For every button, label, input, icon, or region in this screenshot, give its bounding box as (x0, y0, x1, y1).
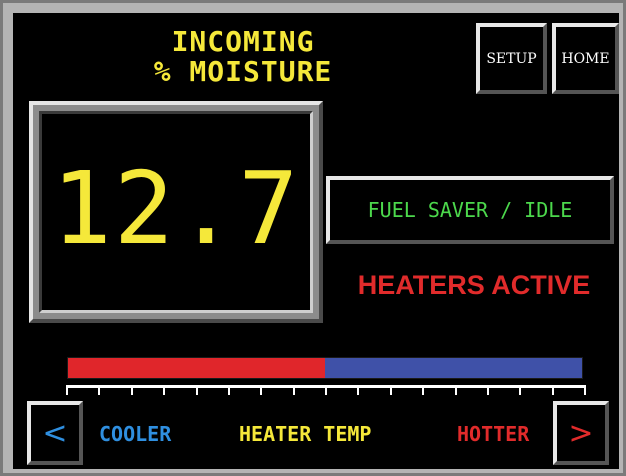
decrease-temp-button[interactable]: < (27, 401, 83, 465)
scale-tick (519, 385, 522, 395)
heater-temp-bar (67, 357, 583, 379)
scale-tick (389, 385, 392, 395)
chevron-right-icon: > (568, 415, 594, 451)
scale-tick (454, 385, 457, 395)
scale-tick (163, 385, 166, 395)
scale-tick (357, 385, 360, 395)
heater-temp-label: HEATER TEMP (239, 422, 372, 446)
increase-temp-button[interactable]: > (553, 401, 609, 465)
heater-temp-bar-fill (68, 358, 325, 378)
scale-tick (195, 385, 198, 395)
moisture-readout-panel: 12.7 (29, 101, 323, 323)
hotter-label: HOTTER (457, 422, 530, 446)
scale-tick (98, 385, 101, 395)
heater-temp-scale (66, 385, 586, 399)
scale-tick (260, 385, 263, 395)
page-title: INCOMING % MOISTURE (73, 27, 413, 87)
scale-tick (130, 385, 133, 395)
scale-tick (486, 385, 489, 395)
cooler-label: COOLER (99, 422, 172, 446)
hmi-frame: INCOMING % MOISTURE SETUP HOME 12.7 FUEL… (0, 0, 626, 476)
chevron-left-icon: < (42, 415, 68, 451)
scale-tick (66, 385, 68, 395)
scale-tick (325, 385, 327, 395)
home-button[interactable]: HOME (552, 23, 619, 94)
scale-tick (584, 385, 586, 395)
fuel-saver-mode-button[interactable]: FUEL SAVER / IDLE (326, 176, 614, 244)
title-line1: INCOMING (171, 25, 315, 58)
setup-button[interactable]: SETUP (476, 23, 547, 94)
scale-tick (227, 385, 230, 395)
moisture-value: 12.7 (51, 150, 301, 267)
scale-tick (551, 385, 554, 395)
heater-status-text: HEATERS ACTIVE (357, 270, 591, 300)
scale-tick (422, 385, 425, 395)
hmi-screen: INCOMING % MOISTURE SETUP HOME 12.7 FUEL… (13, 13, 619, 469)
scale-tick (292, 385, 295, 395)
moisture-readout-display: 12.7 (39, 111, 313, 313)
title-line2: % MOISTURE (153, 55, 333, 88)
